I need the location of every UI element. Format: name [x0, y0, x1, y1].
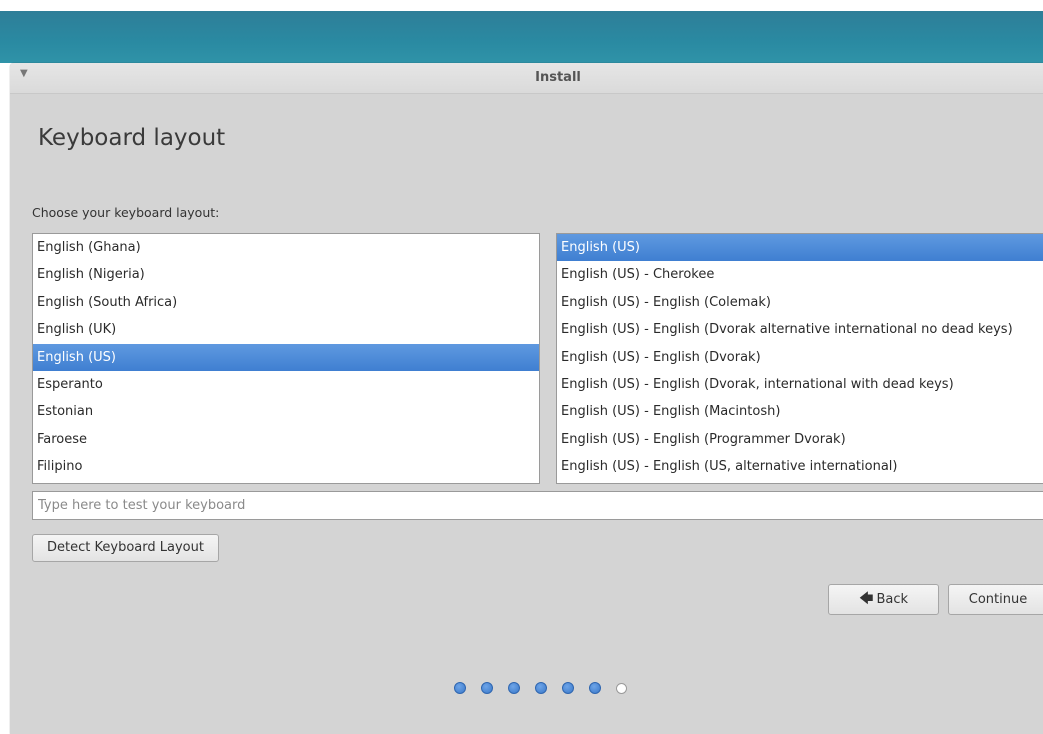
- continue-button-label: Continue: [968, 592, 1028, 607]
- layout-list-item[interactable]: English (South Africa): [33, 289, 539, 316]
- progress-dot-complete: [562, 682, 574, 694]
- progress-indicator: [454, 681, 627, 695]
- back-arrow-icon: 🡄: [858, 591, 874, 607]
- installer-window: ▼ Install Keyboard layout Choose your ke…: [10, 63, 1043, 734]
- variant-list-item[interactable]: English (US): [557, 234, 1043, 262]
- page-title: Keyboard layout: [38, 125, 226, 151]
- choose-layout-label: Choose your keyboard layout:: [32, 205, 220, 220]
- layout-list-item[interactable]: Estonian: [33, 398, 539, 425]
- keyboard-variant-list[interactable]: English (US) English (US) - Cherokee Engli…: [556, 233, 1043, 484]
- variant-list-item[interactable]: English (US) - Cherokee: [557, 261, 1043, 288]
- progress-dot-complete: [481, 682, 493, 694]
- layout-list-item[interactable]: English (UK): [33, 316, 539, 343]
- layout-list-item[interactable]: English (US): [33, 343, 539, 371]
- detect-keyboard-layout-button[interactable]: Detect Keyboard Layout: [32, 534, 219, 562]
- keyboard-layout-list[interactable]: English (Ghana) English (Nigeria) English …: [32, 233, 540, 484]
- variant-list-item[interactable]: English (US) - English (Dvorak, internat…: [557, 371, 1043, 398]
- variant-list-item[interactable]: English (US) - English (Dvorak alternati…: [557, 316, 1043, 343]
- layout-list-item[interactable]: English (Ghana): [33, 234, 539, 261]
- progress-dot-complete: [535, 682, 547, 694]
- variant-list-item[interactable]: English (US) - English (Macintosh): [557, 398, 1043, 425]
- layout-list-item[interactable]: Faroese: [33, 426, 539, 453]
- progress-dot-complete: [454, 682, 466, 694]
- progress-dot-pending: [616, 682, 627, 694]
- detect-button-label: Detect Keyboard Layout: [47, 540, 204, 555]
- desktop-background: [0, 11, 1043, 63]
- progress-dot-complete: [589, 682, 601, 694]
- layout-list-item[interactable]: English (Nigeria): [33, 261, 539, 288]
- variant-list-item[interactable]: English (US) - English (Programmer Dvora…: [557, 426, 1043, 453]
- back-button-label: Back: [876, 592, 909, 607]
- variant-list-item[interactable]: English (US) - English (US, alternative …: [557, 453, 1043, 480]
- screen-top-edge: [0, 0, 1043, 11]
- keyboard-test-input[interactable]: [32, 491, 1043, 520]
- layout-list-item[interactable]: Esperanto: [33, 371, 539, 398]
- continue-button[interactable]: Continue: [948, 584, 1043, 615]
- variant-list-item[interactable]: English (US) - English (Dvorak): [557, 344, 1043, 371]
- window-title: Install: [535, 70, 581, 85]
- layout-list-item[interactable]: Filipino: [33, 453, 539, 480]
- progress-dot-complete: [508, 682, 520, 694]
- variant-list-item[interactable]: English (US) - English (Colemak): [557, 289, 1043, 316]
- title-bar[interactable]: ▼ Install: [10, 63, 1043, 94]
- back-button[interactable]: 🡄 Back: [828, 584, 939, 615]
